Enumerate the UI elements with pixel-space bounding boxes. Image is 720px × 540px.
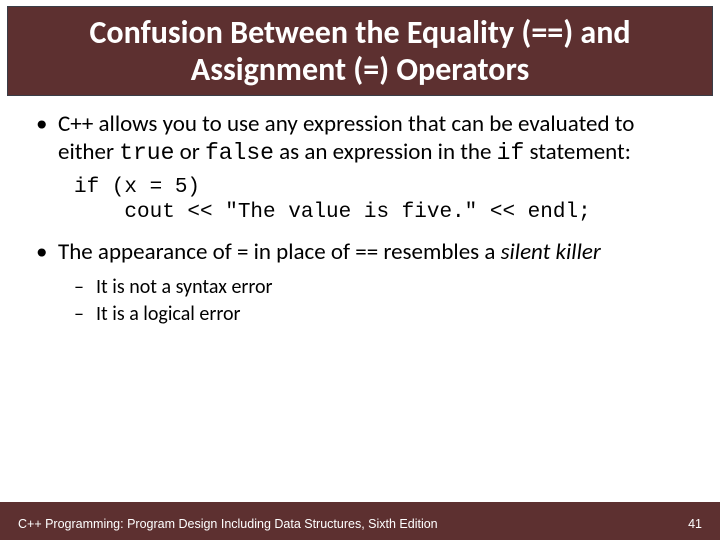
code-block: if (x = 5) cout << "The value is five." … — [74, 175, 690, 226]
sub-bullet-text: It is not a syntax error — [96, 274, 690, 301]
footer-page-number: 41 — [688, 517, 702, 531]
bullet-item: • C++ allows you to use any expression t… — [30, 110, 690, 167]
bullet-marker: • — [30, 238, 58, 266]
sub-bullet-text: It is a logical error — [96, 301, 690, 328]
bullet-text: The appearance of = in place of == resem… — [58, 238, 690, 266]
text-run: or — [174, 138, 205, 166]
slide: Confusion Between the Equality (==) and … — [0, 6, 720, 540]
sub-bullet-item: – It is not a syntax error — [74, 274, 690, 301]
bullet-text: C++ allows you to use any expression tha… — [58, 110, 690, 167]
content-area: • C++ allows you to use any expression t… — [0, 96, 720, 328]
footer-bar: C++ Programming: Program Design Includin… — [0, 502, 720, 540]
title-bar: Confusion Between the Equality (==) and … — [7, 6, 713, 96]
slide-title: Confusion Between the Equality (==) and … — [16, 15, 704, 89]
code-run: false — [205, 140, 274, 166]
bullet-marker: • — [30, 110, 58, 167]
code-run: if — [497, 140, 525, 166]
emphasis-run: silent killer — [501, 238, 601, 266]
footer-book-title: C++ Programming: Program Design Includin… — [18, 517, 438, 531]
sub-bullet-item: – It is a logical error — [74, 301, 690, 328]
text-run: The appearance of = in place of == resem… — [58, 238, 501, 266]
bullet-marker: – — [74, 301, 96, 328]
text-run: statement: — [524, 138, 631, 166]
text-run: as an expression in the — [274, 138, 497, 166]
bullet-marker: – — [74, 274, 96, 301]
bullet-item: • The appearance of = in place of == res… — [30, 238, 690, 266]
code-run: true — [119, 140, 174, 166]
